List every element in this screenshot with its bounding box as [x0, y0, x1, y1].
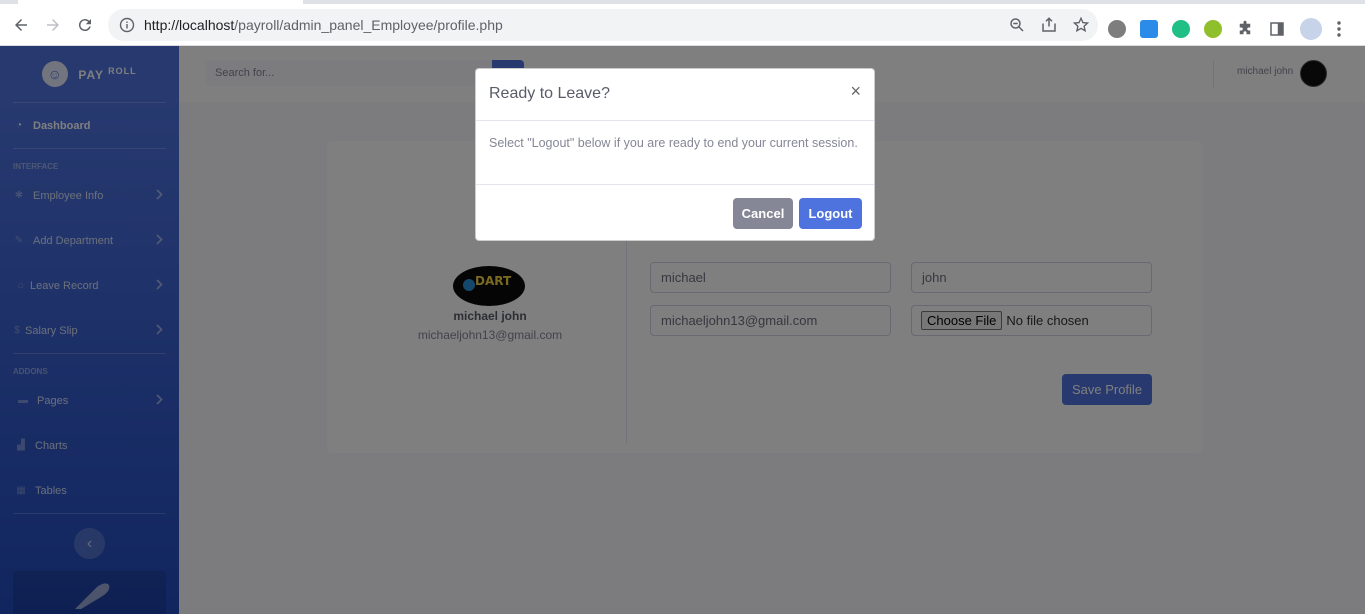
extension-3-icon[interactable] — [1172, 20, 1190, 38]
zoom-icon[interactable] — [1008, 16, 1026, 34]
modal-body: Select "Logout" below if you are ready t… — [476, 121, 874, 185]
bookmark-star-icon[interactable] — [1072, 16, 1090, 34]
share-icon[interactable] — [1040, 16, 1058, 34]
logout-modal: Ready to Leave? × Select "Logout" below … — [475, 68, 875, 241]
extension-1-icon[interactable] — [1108, 20, 1126, 38]
modal-header: Ready to Leave? × — [476, 69, 874, 121]
back-icon[interactable] — [5, 9, 37, 41]
forward-icon[interactable] — [37, 9, 69, 41]
logout-button[interactable]: Logout — [799, 198, 862, 229]
close-icon[interactable]: × — [850, 82, 861, 100]
address-bar[interactable]: http://localhost/payroll/admin_panel_Emp… — [108, 9, 1098, 41]
side-panel-icon[interactable] — [1268, 20, 1286, 38]
cancel-button[interactable]: Cancel — [733, 198, 793, 229]
chrome-menu-icon[interactable] — [1336, 20, 1342, 38]
extension-2-icon[interactable] — [1140, 20, 1158, 38]
modal-footer: Cancel Logout — [476, 185, 874, 241]
extensions-puzzle-icon[interactable] — [1236, 20, 1254, 38]
browser-toolbar: http://localhost/payroll/admin_panel_Emp… — [0, 4, 1365, 46]
site-info-icon[interactable] — [119, 17, 135, 33]
extension-4-icon[interactable] — [1204, 20, 1222, 38]
reload-icon[interactable] — [69, 9, 101, 41]
url-text: http://localhost/payroll/admin_panel_Emp… — [144, 17, 503, 33]
modal-title: Ready to Leave? — [489, 85, 610, 102]
profile-avatar-icon[interactable] — [1300, 18, 1322, 40]
